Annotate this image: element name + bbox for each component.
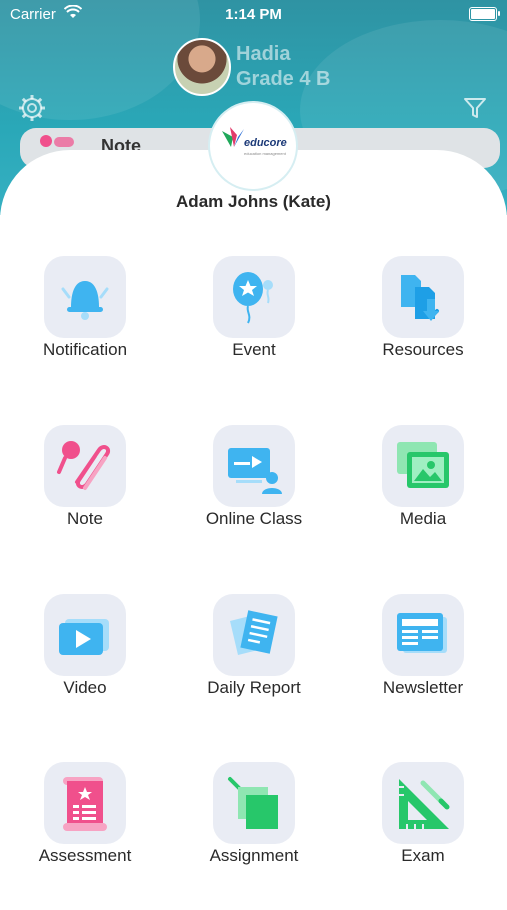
bell-icon — [61, 281, 109, 320]
clock: 1:14 PM — [225, 6, 282, 23]
menu-item-label: Event — [232, 340, 276, 359]
student-grade: Grade 4 B — [236, 68, 331, 90]
menu-item-label: Assignment — [209, 846, 299, 865]
menu-item-label: Daily Report — [207, 678, 301, 697]
menu-item-note[interactable]: Note — [25, 425, 145, 545]
menu-item-label: Assessment — [38, 846, 132, 865]
menu-item-icon-box[interactable] — [213, 256, 295, 338]
battery-icon — [469, 7, 500, 21]
menu-item-label: Resources — [382, 340, 464, 359]
menu-item-exam[interactable]: Exam — [363, 762, 483, 882]
scroll-icon — [63, 777, 107, 831]
balloon-icon — [233, 272, 273, 324]
menu-item-icon-box[interactable] — [382, 594, 464, 676]
menu-item-assessment[interactable]: Assessment — [25, 762, 145, 882]
menu-item-icon-box[interactable] — [382, 425, 464, 507]
assignment-icon — [228, 777, 278, 829]
menu-item-resources[interactable]: Resources — [363, 256, 483, 376]
filter-icon[interactable] — [463, 96, 487, 120]
logo-tagline: education management — [244, 151, 286, 156]
play-icon — [59, 619, 109, 655]
menu-item-icon-box[interactable] — [44, 594, 126, 676]
menu-item-media[interactable]: Media — [363, 425, 483, 545]
menu-item-label: Media — [399, 509, 447, 528]
menu-item-label: Notification — [42, 340, 128, 359]
student-name: Hadia — [236, 43, 291, 65]
menu-item-label: Online Class — [205, 509, 303, 528]
report-icon — [230, 610, 278, 655]
user-name: Adam Johns (Kate) — [176, 192, 331, 211]
newsletter-icon — [397, 613, 447, 653]
menu-item-label: Video — [63, 678, 107, 697]
menu-item-label: Exam — [401, 846, 445, 865]
menu-item-label: Newsletter — [382, 678, 464, 697]
presentation-icon — [228, 448, 282, 494]
avatar[interactable] — [173, 38, 231, 96]
menu-item-icon-box[interactable] — [44, 425, 126, 507]
logo-text: educore — [244, 137, 287, 149]
menu-item-event[interactable]: Event — [194, 256, 314, 376]
pin-paperclip-icon — [57, 441, 110, 490]
menu-item-newsletter[interactable]: Newsletter — [363, 594, 483, 714]
menu-item-daily-report[interactable]: Daily Report — [194, 594, 314, 714]
menu-item-icon-box[interactable] — [382, 256, 464, 338]
menu-item-icon-box[interactable] — [44, 762, 126, 844]
gallery-icon — [397, 442, 449, 488]
menu-item-online-class[interactable]: Online Class — [194, 425, 314, 545]
status-bar: Carrier 1:14 PM — [0, 0, 507, 30]
menu-item-assignment[interactable]: Assignment — [194, 762, 314, 882]
menu-item-icon-box[interactable] — [213, 425, 295, 507]
menu-item-icon-box[interactable] — [213, 762, 295, 844]
menu-item-icon-box[interactable] — [44, 256, 126, 338]
gear-icon[interactable] — [18, 94, 46, 122]
menu-item-icon-box[interactable] — [213, 594, 295, 676]
documents-download-icon — [401, 275, 439, 321]
menu-item-notification[interactable]: Notification — [25, 256, 145, 376]
menu-item-video[interactable]: Video — [25, 594, 145, 714]
school-logo: educore education management — [210, 103, 296, 189]
logo-icon — [222, 127, 244, 147]
ruler-square-icon — [399, 779, 450, 829]
menu-item-icon-box[interactable] — [382, 762, 464, 844]
menu-item-label: Note — [67, 509, 103, 528]
